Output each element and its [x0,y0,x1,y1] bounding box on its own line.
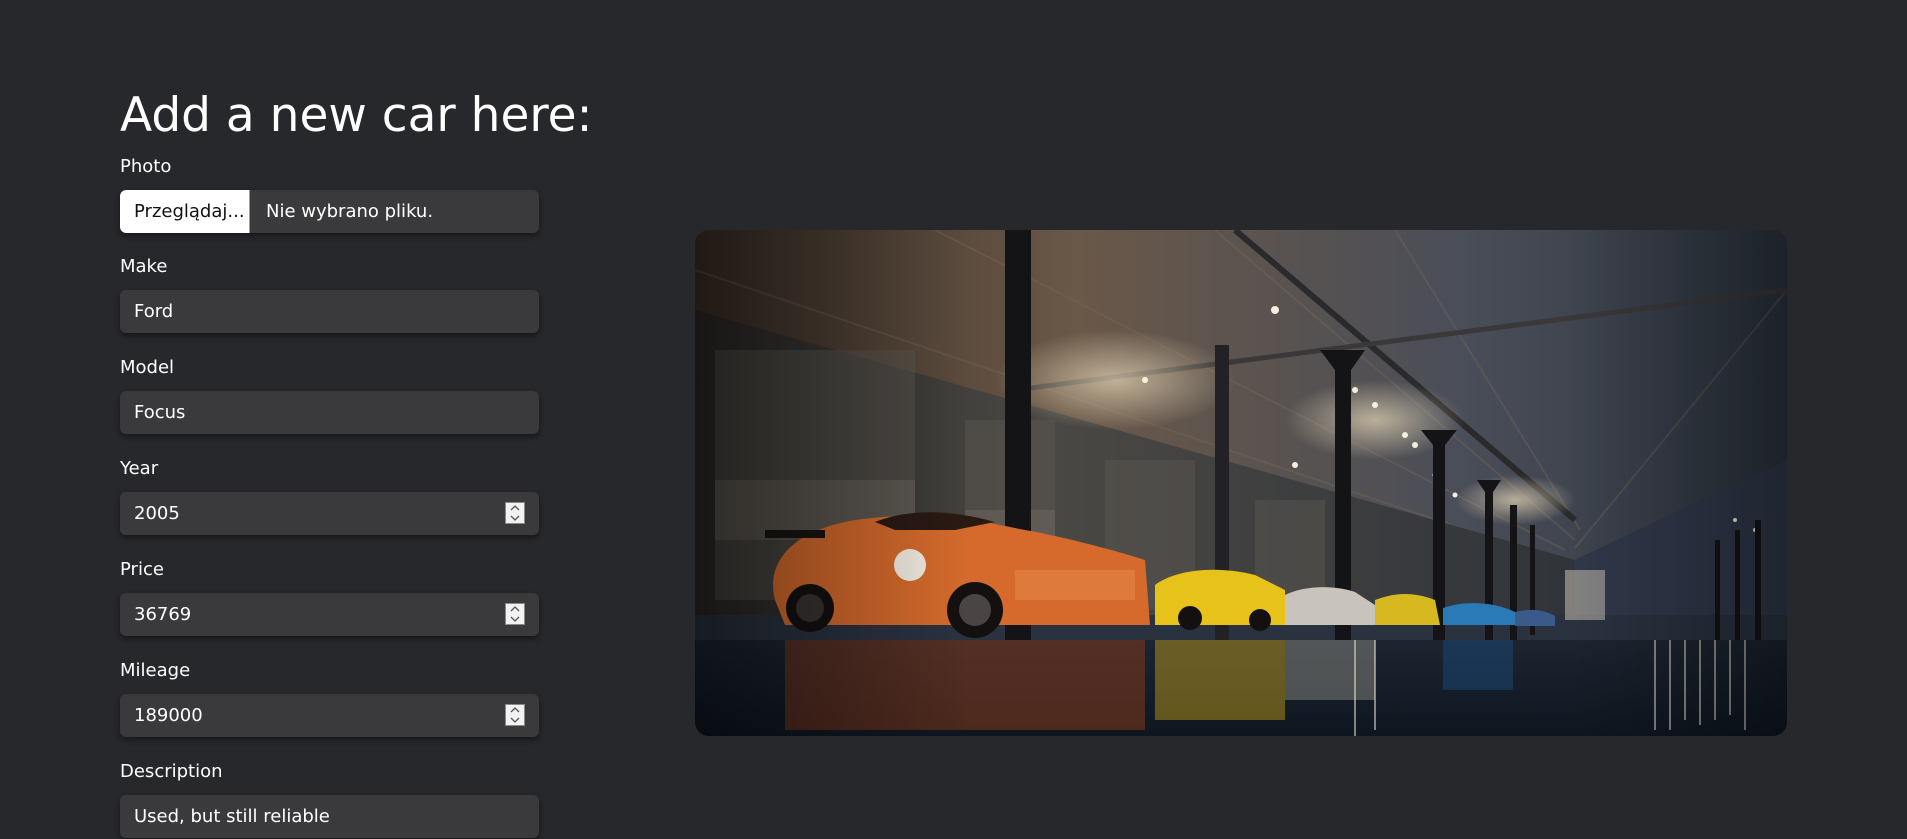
price-input[interactable]: 36769 [120,593,539,636]
garage-illustration [695,230,1787,736]
form-title: Add a new car here: [120,88,593,143]
photo-label: Photo [120,156,172,177]
model-value: Focus [134,402,186,423]
price-decrement-icon[interactable] [506,614,524,624]
mileage-increment-icon[interactable] [506,705,524,715]
year-input[interactable]: 2005 [120,492,539,535]
price-increment-icon[interactable] [506,604,524,614]
make-input[interactable]: Ford [120,290,539,333]
make-value: Ford [134,301,174,322]
model-label: Model [120,357,175,378]
year-increment-icon[interactable] [506,503,524,513]
price-label: Price [120,559,164,580]
make-label: Make [120,256,168,277]
year-label: Year [120,458,159,479]
mileage-spinner[interactable] [505,704,525,726]
description-input[interactable]: Used, but still reliable [120,795,539,838]
photo-file-input[interactable]: Przeglądaj... Nie wybrano pliku. [120,190,539,233]
description-label: Description [120,761,223,782]
year-value: 2005 [134,503,180,524]
car-garage-photo [695,230,1787,736]
description-value: Used, but still reliable [134,806,330,827]
file-status-text: Nie wybrano pliku. [266,201,434,222]
browse-file-button[interactable]: Przeglądaj... [120,190,250,233]
mileage-label: Mileage [120,660,191,681]
mileage-value: 189000 [134,705,203,726]
mileage-input[interactable]: 189000 [120,694,539,737]
price-spinner[interactable] [505,603,525,625]
year-decrement-icon[interactable] [506,513,524,523]
page: Add a new car here: Photo Przeglądaj... … [0,0,1907,839]
mileage-decrement-icon[interactable] [506,715,524,725]
price-value: 36769 [134,604,192,625]
year-spinner[interactable] [505,502,525,524]
model-input[interactable]: Focus [120,391,539,434]
